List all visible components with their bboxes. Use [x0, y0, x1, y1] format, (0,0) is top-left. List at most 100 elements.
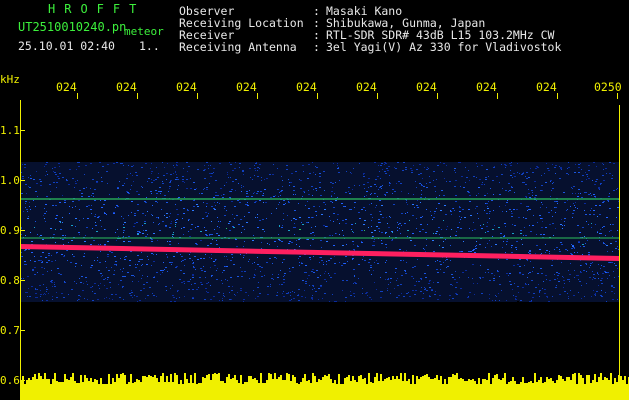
- noise-speck: [69, 213, 70, 214]
- noise-speck: [555, 287, 557, 288]
- noise-speck: [554, 279, 556, 280]
- noise-floor-bar: [320, 380, 322, 400]
- noise-speck: [319, 206, 320, 207]
- noise-speck: [280, 270, 281, 271]
- noise-speck: [222, 300, 223, 301]
- noise-speck: [557, 203, 558, 204]
- noise-speck: [385, 262, 386, 263]
- noise-speck: [95, 222, 96, 223]
- noise-speck: [82, 290, 84, 291]
- noise-floor-bar: [274, 373, 276, 400]
- noise-floor-bar: [298, 384, 300, 400]
- noise-speck: [235, 295, 236, 296]
- noise-speck: [40, 290, 41, 291]
- noise-floor-bar: [40, 376, 42, 400]
- noise-speck: [551, 190, 552, 191]
- noise-speck: [584, 296, 585, 297]
- noise-speck: [226, 210, 227, 211]
- noise-speck: [213, 261, 215, 262]
- noise-speck: [374, 282, 375, 283]
- noise-speck: [568, 167, 570, 168]
- noise-speck: [338, 172, 340, 173]
- noise-speck: [164, 269, 165, 270]
- noise-floor-bar: [546, 377, 548, 400]
- noise-speck: [502, 247, 503, 248]
- noise-floor-bar: [304, 374, 306, 400]
- noise-speck: [106, 267, 107, 268]
- noise-speck: [188, 220, 189, 221]
- noise-speck: [476, 206, 478, 207]
- noise-floor-bar: [392, 376, 394, 400]
- noise-speck: [311, 186, 313, 187]
- noise-speck: [454, 279, 456, 280]
- noise-speck: [379, 171, 380, 172]
- noise-floor-bar: [164, 382, 166, 400]
- noise-speck: [116, 265, 117, 266]
- noise-floor-bar: [518, 384, 520, 400]
- noise-speck: [170, 301, 172, 302]
- noise-speck: [413, 278, 414, 279]
- noise-floor-bar: [446, 384, 448, 400]
- noise-floor-bar: [140, 382, 142, 400]
- noise-speck: [151, 193, 152, 194]
- noise-speck: [564, 283, 565, 284]
- noise-speck: [372, 217, 373, 218]
- noise-speck: [257, 167, 259, 168]
- noise-speck: [547, 297, 548, 298]
- noise-speck: [329, 275, 330, 276]
- noise-speck: [440, 264, 442, 265]
- noise-speck: [342, 280, 344, 281]
- noise-speck: [166, 179, 167, 180]
- noise-speck: [200, 282, 202, 283]
- noise-floor-bar: [52, 379, 54, 400]
- noise-floor-bar: [296, 383, 298, 400]
- noise-speck: [533, 293, 535, 294]
- noise-speck: [585, 263, 587, 264]
- noise-speck: [586, 179, 587, 180]
- noise-speck: [159, 230, 161, 231]
- noise-floor-bar: [240, 375, 242, 400]
- noise-speck: [172, 234, 174, 235]
- noise-speck: [215, 192, 217, 193]
- noise-speck: [582, 175, 584, 176]
- noise-floor-bar: [566, 377, 568, 400]
- noise-speck: [531, 190, 533, 191]
- noise-speck: [333, 163, 334, 164]
- noise-speck: [129, 260, 131, 261]
- noise-speck: [374, 262, 375, 263]
- noise-speck: [504, 164, 506, 165]
- noise-speck: [587, 176, 588, 177]
- noise-speck: [288, 202, 290, 203]
- noise-speck: [239, 167, 240, 168]
- noise-speck: [284, 273, 286, 274]
- noise-speck: [508, 191, 509, 192]
- noise-floor-bar: [428, 377, 430, 400]
- noise-speck: [262, 219, 264, 220]
- noise-speck: [509, 163, 511, 164]
- noise-speck: [459, 206, 460, 207]
- noise-speck: [176, 162, 178, 163]
- noise-speck: [224, 215, 226, 216]
- noise-speck: [590, 193, 591, 194]
- noise-speck: [95, 225, 97, 226]
- hrofft-title: HROFFT: [48, 2, 146, 16]
- noise-speck: [131, 290, 132, 291]
- noise-speck: [92, 300, 94, 301]
- noise-speck: [173, 297, 175, 298]
- noise-speck: [121, 163, 123, 164]
- noise-speck: [74, 187, 75, 188]
- noise-speck: [363, 173, 365, 174]
- noise-speck: [412, 267, 414, 268]
- noise-speck: [353, 168, 354, 169]
- noise-speck: [47, 271, 48, 272]
- noise-speck: [293, 186, 295, 187]
- noise-speck: [422, 298, 424, 299]
- noise-speck: [594, 294, 596, 295]
- noise-speck: [314, 288, 315, 289]
- noise-speck: [90, 244, 92, 245]
- noise-speck: [37, 234, 38, 235]
- noise-speck: [578, 164, 580, 165]
- noise-speck: [120, 269, 121, 270]
- noise-speck: [211, 234, 213, 235]
- noise-speck: [286, 169, 288, 170]
